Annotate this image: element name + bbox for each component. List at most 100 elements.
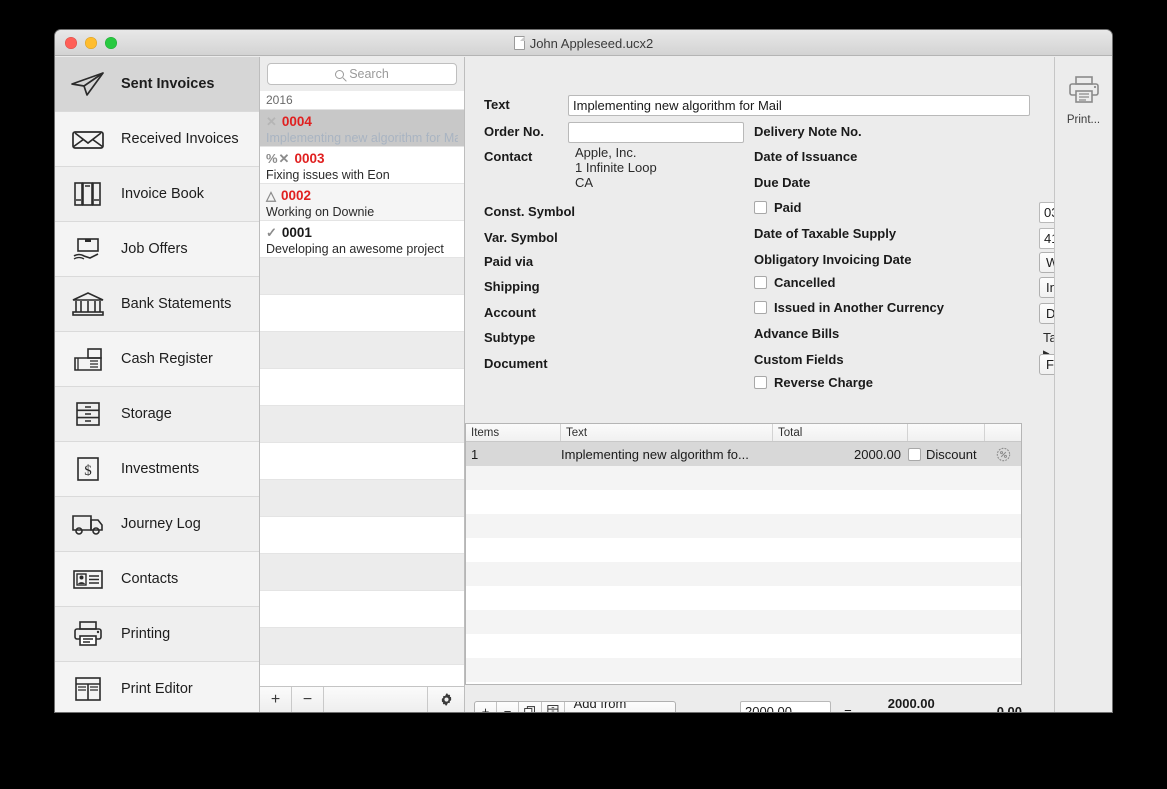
column-header-items[interactable]: Items	[466, 424, 561, 441]
paid-checkbox-row[interactable]: Paid	[754, 200, 801, 215]
document-type-value: FO	[1046, 357, 1054, 372]
list-empty-row	[260, 628, 464, 665]
account-select[interactable]: Default	[1039, 303, 1054, 324]
add-item-button[interactable]: +	[475, 701, 497, 712]
gear-icon[interactable]	[428, 687, 464, 712]
paid-checkbox[interactable]	[754, 201, 767, 214]
column-header-text[interactable]: Text	[561, 424, 773, 441]
var-symbol-value: 416	[1044, 231, 1054, 246]
text-input[interactable]: Implementing new algorithm for Mail	[568, 95, 1030, 116]
column-header-extra[interactable]	[985, 424, 1021, 441]
list-item-number: 0004	[281, 114, 312, 129]
remove-invoice-button[interactable]: −	[292, 687, 324, 712]
reverse-charge-checkbox[interactable]	[754, 376, 767, 389]
other-currency-checkbox[interactable]	[754, 301, 767, 314]
table-empty-row	[466, 586, 1021, 610]
table-row[interactable]: 1 Implementing new algorithm fo... 2000.…	[466, 442, 1021, 466]
const-symbol-input[interactable]: 0308	[1039, 202, 1054, 223]
account-value: Default	[1046, 306, 1054, 321]
sidebar-item-journey-log[interactable]: Journey Log	[55, 497, 259, 552]
sidebar-item-storage[interactable]: Storage	[55, 387, 259, 442]
invoice-list[interactable]: 2016 ✕ 0004 Implementing new algorithm f…	[260, 91, 464, 686]
sidebar-item-investments[interactable]: $ Investments	[55, 442, 259, 497]
column-header-discount[interactable]	[908, 424, 985, 441]
sidebar-item-contacts[interactable]: Contacts	[55, 552, 259, 607]
search-bar: Search	[260, 57, 464, 91]
svg-text:$: $	[84, 463, 92, 479]
list-empty-row	[260, 406, 464, 443]
add-from-storage-button[interactable]: Add from Storage	[565, 702, 675, 713]
envelope-icon	[67, 121, 109, 157]
list-empty-row	[260, 369, 464, 406]
text-input-value: Implementing new algorithm for Mail	[573, 98, 782, 113]
order-no-input[interactable]	[568, 122, 744, 143]
sidebar-item-sent-invoices[interactable]: Sent Invoices	[55, 57, 259, 112]
var-symbol-input[interactable]: 416	[1039, 228, 1054, 249]
sum-input[interactable]: 2000.00	[739, 700, 832, 712]
window-body: Sent Invoices Received Invoices Invoice …	[55, 57, 1112, 712]
paid-label: Paid	[774, 200, 802, 215]
paper-plane-icon	[67, 66, 109, 102]
drawers-small-icon[interactable]	[542, 701, 565, 712]
column-header-total[interactable]: Total	[773, 424, 908, 441]
books-icon	[67, 176, 109, 212]
sidebar-item-label: Bank Statements	[121, 296, 232, 312]
list-item-desc: Fixing issues with Eon	[266, 167, 390, 182]
items-action-segmented[interactable]: + − Add from Storage	[474, 700, 676, 713]
truck-icon	[67, 506, 109, 542]
print-toolbar: Print...	[1054, 57, 1112, 712]
shipping-select[interactable]: In Person	[1039, 277, 1054, 298]
sidebar-item-label: Sent Invoices	[121, 76, 215, 92]
sidebar-item-print-editor[interactable]: Print Editor	[55, 662, 259, 712]
duplicate-icon[interactable]	[519, 701, 542, 712]
drawers-icon	[67, 396, 109, 432]
cancelled-checkbox-row[interactable]: Cancelled	[754, 275, 835, 290]
list-empty-row	[260, 517, 464, 554]
percent-badge-icon[interactable]	[985, 447, 1021, 462]
discount-checkbox[interactable]	[908, 447, 921, 461]
reverse-charge-checkbox-row[interactable]: Reverse Charge	[754, 375, 873, 390]
sidebar-item-invoice-book[interactable]: Invoice Book	[55, 167, 259, 222]
add-invoice-button[interactable]: +	[260, 687, 292, 712]
list-item[interactable]: △ 0002 Working on Downie	[260, 184, 464, 221]
items-table[interactable]: Items Text Total 1 Implementing new algo…	[465, 423, 1022, 685]
account-label: Account	[484, 305, 536, 320]
shipping-label: Shipping	[484, 279, 540, 294]
cancelled-checkbox[interactable]	[754, 276, 767, 289]
paid-via-label: Paid via	[484, 254, 534, 269]
advance-bills-label: Advance Bills	[754, 326, 840, 341]
equals-sign: =	[844, 703, 852, 713]
print-button-label[interactable]: Print...	[1067, 114, 1100, 126]
list-item-number: 0002	[281, 188, 312, 203]
list-item[interactable]: %✕ 0003 Fixing issues with Eon	[260, 147, 464, 184]
other-currency-label: Issued in Another Currency	[774, 300, 944, 315]
const-symbol-value: 0308	[1044, 205, 1054, 220]
due-date-label: Due Date	[754, 175, 811, 190]
list-item-desc: Working on Downie	[266, 204, 375, 219]
sidebar-item-bank-statements[interactable]: Bank Statements	[55, 277, 259, 332]
print-icon[interactable]	[1066, 75, 1102, 112]
cash-register-icon	[67, 341, 109, 377]
app-window: John Appleseed.ucx2 Sent Invoices Receiv…	[55, 30, 1112, 712]
sidebar-item-printing[interactable]: Printing	[55, 607, 259, 662]
document-icon	[513, 36, 525, 50]
bank-icon	[67, 286, 109, 322]
list-item[interactable]: ✕ 0004 Implementing new algorithm for Ma	[260, 110, 464, 147]
sidebar-item-received-invoices[interactable]: Received Invoices	[55, 112, 259, 167]
search-input[interactable]: Search	[267, 63, 457, 85]
paid-via-select[interactable]: Wire Transfer	[1039, 252, 1054, 273]
layout-icon	[67, 671, 109, 707]
date-issuance-label: Date of Issuance	[754, 149, 858, 164]
sidebar-item-job-offers[interactable]: Job Offers	[55, 222, 259, 277]
remove-item-button[interactable]: −	[497, 701, 519, 712]
list-item[interactable]: ✓ 0001 Developing an awesome project	[260, 221, 464, 258]
list-empty-row	[260, 665, 464, 686]
sidebar-item-cash-register[interactable]: Cash Register	[55, 332, 259, 387]
document-type-select[interactable]: FO	[1039, 354, 1054, 375]
sidebar-item-label: Invoice Book	[121, 186, 205, 202]
search-placeholder: Search	[349, 67, 389, 81]
cell-discount[interactable]: Discount	[908, 447, 985, 462]
table-empty-row	[466, 634, 1021, 658]
other-currency-checkbox-row[interactable]: Issued in Another Currency	[754, 300, 944, 315]
sidebar-item-label: Investments	[121, 461, 200, 477]
